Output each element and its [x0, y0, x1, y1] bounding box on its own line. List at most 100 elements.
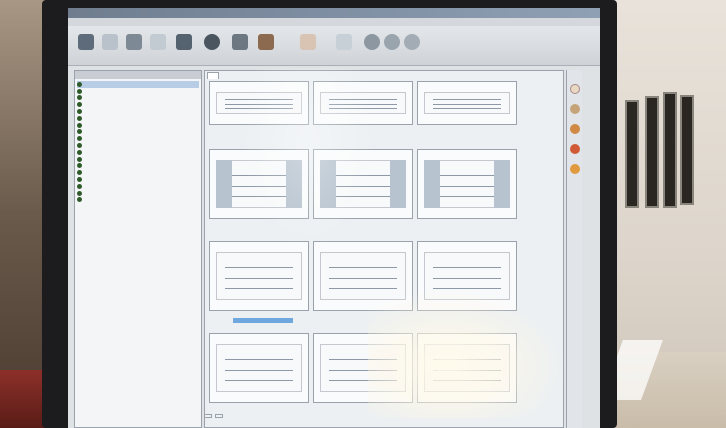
monitor-screen — [68, 8, 600, 428]
tree-row[interactable] — [77, 95, 199, 102]
plot-trace — [329, 379, 397, 381]
plot-panel[interactable] — [209, 241, 309, 311]
plot-panel[interactable] — [417, 149, 517, 219]
stack-icon[interactable] — [176, 34, 192, 50]
car-icon[interactable] — [258, 34, 274, 50]
plot-trace — [433, 186, 501, 188]
plot-panel[interactable] — [209, 81, 309, 125]
tree-row[interactable] — [77, 88, 199, 95]
tree-node-icon — [77, 170, 82, 176]
tree-node-icon — [77, 122, 82, 128]
tree-row[interactable] — [77, 108, 199, 115]
plot-trace — [433, 370, 501, 372]
tree-header-col1[interactable] — [75, 71, 138, 79]
plot-panel[interactable] — [313, 333, 413, 403]
plot-trace — [225, 266, 293, 268]
home-icon[interactable] — [570, 84, 580, 94]
tree-node-icon — [77, 81, 82, 87]
tree-node-icon — [77, 136, 82, 142]
check-icon[interactable] — [364, 34, 380, 50]
plot-trace — [225, 174, 293, 176]
plot-side-band — [216, 160, 232, 208]
tree-row[interactable] — [77, 135, 199, 142]
tree-row[interactable] — [77, 115, 199, 122]
refresh-icon[interactable] — [384, 34, 400, 50]
main-tab[interactable] — [207, 72, 219, 79]
tree-row[interactable] — [77, 197, 199, 204]
tree-node-icon — [77, 143, 82, 149]
plot-trace — [433, 108, 501, 109]
plot-area — [424, 92, 510, 114]
stop-icon[interactable] — [570, 144, 580, 154]
tree-node-icon — [77, 95, 82, 101]
plot-trace — [329, 99, 397, 100]
plot-trace — [329, 186, 397, 188]
cart-icon[interactable] — [232, 34, 248, 50]
speaker-icon[interactable] — [570, 124, 580, 134]
arrow-diag-icon[interactable] — [336, 34, 352, 50]
plot-trace — [225, 379, 293, 381]
tree-row[interactable] — [77, 190, 199, 197]
monitor-icon[interactable] — [126, 34, 142, 50]
tree-row[interactable] — [77, 122, 199, 129]
plot-side-band — [494, 160, 510, 208]
tree-node-icon — [77, 177, 82, 183]
plot-trace — [225, 370, 293, 372]
plot-panel[interactable] — [209, 333, 309, 403]
plot-trace — [433, 287, 501, 289]
plot-area — [320, 344, 406, 392]
plot-panel[interactable] — [313, 241, 413, 311]
plot-panel[interactable] — [417, 241, 517, 311]
tree-row[interactable] — [77, 176, 199, 183]
plot-panel[interactable] — [209, 149, 309, 219]
tree-node-icon — [77, 109, 82, 115]
plot-panel[interactable] — [313, 149, 413, 219]
plot-panel[interactable] — [417, 81, 517, 125]
plot-panel[interactable] — [417, 333, 517, 403]
wrench-icon[interactable] — [300, 34, 316, 50]
arrow-icon[interactable] — [102, 34, 118, 50]
tree-row[interactable] — [77, 163, 199, 170]
tree-node-icon — [77, 156, 82, 162]
tree-header-col2[interactable] — [138, 71, 201, 79]
plot-trace — [329, 266, 397, 268]
tree-row[interactable] — [77, 101, 199, 108]
tree-node-icon — [77, 183, 82, 189]
tree-node-icon — [77, 163, 82, 169]
open-folder-icon[interactable] — [78, 34, 94, 50]
tree-row[interactable] — [77, 129, 199, 136]
plot-trace — [329, 195, 397, 197]
gear-icon[interactable] — [570, 104, 580, 114]
tree-row[interactable] — [77, 149, 199, 156]
plot-trace — [433, 278, 501, 280]
plot-trace — [225, 104, 293, 105]
tree-row[interactable] — [77, 81, 199, 88]
tree-node-icon — [77, 88, 82, 94]
status-field — [215, 414, 224, 418]
tree-row[interactable] — [77, 183, 199, 190]
tree-row[interactable] — [77, 142, 199, 149]
tree-node-icon — [77, 102, 82, 108]
plot-trace — [329, 358, 397, 360]
circle-icon[interactable] — [404, 34, 420, 50]
plot-side-band — [424, 160, 440, 208]
tree-row[interactable] — [77, 156, 199, 163]
tree-node-icon — [77, 197, 82, 203]
document-icon[interactable] — [150, 34, 166, 50]
main-tab-area — [204, 70, 564, 428]
window-titlebar — [68, 8, 600, 18]
plot-side-band — [286, 160, 302, 208]
plot-trace — [329, 174, 397, 176]
right-toolbar — [566, 70, 582, 428]
plot-side-band — [390, 160, 406, 208]
plot-trace — [433, 174, 501, 176]
plot-trace — [225, 108, 293, 109]
plot-panel[interactable] — [313, 81, 413, 125]
binder-clip — [645, 96, 659, 208]
plot-trace — [329, 370, 397, 372]
plot-trace — [225, 186, 293, 188]
status-field — [204, 414, 212, 418]
tree-row[interactable] — [77, 169, 199, 176]
flame-icon[interactable] — [570, 164, 580, 174]
sphere-icon[interactable] — [204, 34, 220, 50]
